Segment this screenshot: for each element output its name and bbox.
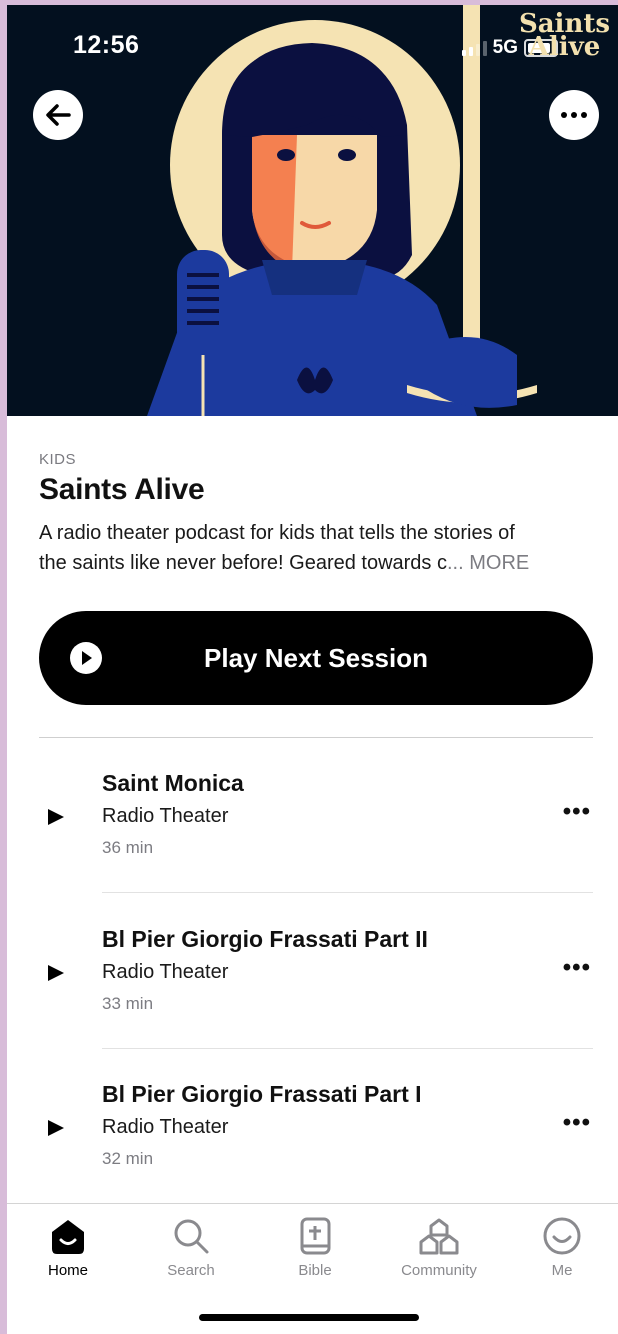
- ellipsis-icon: [561, 112, 587, 118]
- community-icon: [419, 1218, 459, 1255]
- signal-icon: [461, 40, 487, 56]
- episode-subtitle: Radio Theater: [102, 1116, 229, 1138]
- description-line-1: A radio theater podcast for kids that te…: [39, 522, 515, 544]
- home-icon: [52, 1220, 84, 1254]
- episode-more-icon[interactable]: •••: [563, 1111, 591, 1135]
- episode-more-icon[interactable]: •••: [563, 800, 591, 824]
- description-line-2: the saints like never before! Geared tow…: [39, 552, 447, 574]
- play-icon[interactable]: [47, 1119, 65, 1137]
- tab-bible[interactable]: Bible: [260, 1216, 370, 1279]
- episode-duration: 32 min: [102, 1149, 154, 1168]
- episode-subtitle: Radio Theater: [102, 805, 229, 827]
- episode-row[interactable]: Saint Monica Radio Theater 36 min •••: [39, 738, 593, 893]
- episode-title: Bl Pier Giorgio Frassati Part I: [102, 1081, 422, 1107]
- app-screen: 12:56 5G Saints Alive KIDS Saints Alive …: [7, 5, 618, 1334]
- tab-community[interactable]: Community: [384, 1216, 494, 1279]
- arrow-left-icon: [46, 104, 71, 126]
- play-icon[interactable]: [47, 808, 65, 826]
- tab-label: Bible: [298, 1262, 332, 1279]
- bible-icon: [300, 1217, 331, 1255]
- play-next-session-button[interactable]: Play Next Session: [39, 611, 593, 705]
- episode-title: Saint Monica: [102, 770, 244, 796]
- episode-more-icon[interactable]: •••: [563, 956, 591, 980]
- tab-search[interactable]: Search: [136, 1216, 246, 1279]
- episode-duration: 33 min: [102, 994, 154, 1013]
- play-circle-icon: [70, 642, 102, 674]
- episode-row[interactable]: Bl Pier Giorgio Frassati Part I Radio Th…: [39, 1049, 593, 1204]
- search-icon: [174, 1219, 209, 1254]
- episode-duration: 36 min: [102, 838, 154, 857]
- tab-me[interactable]: Me: [507, 1216, 617, 1279]
- episode-row[interactable]: Bl Pier Giorgio Frassati Part II Radio T…: [39, 894, 593, 1049]
- tab-home[interactable]: Home: [13, 1216, 123, 1279]
- show-title: Saints Alive: [39, 473, 205, 506]
- saint-illustration: [147, 5, 537, 416]
- smile-icon: [543, 1217, 581, 1255]
- play-next-label: Play Next Session: [204, 642, 428, 673]
- show-description: A radio theater podcast for kids that te…: [39, 518, 584, 578]
- tab-label: Me: [551, 1262, 573, 1279]
- podcast-logo: Saints Alive: [519, 11, 610, 62]
- show-category: KIDS: [39, 451, 77, 468]
- tab-label: Home: [47, 1262, 88, 1279]
- description-more-link[interactable]: ... MORE: [447, 552, 529, 574]
- back-button[interactable]: [33, 90, 83, 140]
- tab-label: Search: [167, 1262, 215, 1279]
- logo-line-2: Alive: [528, 32, 601, 62]
- episode-title: Bl Pier Giorgio Frassati Part II: [102, 926, 428, 952]
- network-type: 5G: [492, 37, 518, 58]
- divider: [102, 892, 593, 893]
- more-options-button[interactable]: [549, 90, 599, 140]
- episode-subtitle: Radio Theater: [102, 961, 229, 983]
- podcast-cover-art: 12:56 5G Saints Alive: [7, 5, 618, 416]
- play-icon[interactable]: [47, 964, 65, 982]
- tab-label: Community: [401, 1262, 477, 1279]
- status-time: 12:56: [73, 31, 140, 59]
- home-indicator[interactable]: [199, 1314, 419, 1321]
